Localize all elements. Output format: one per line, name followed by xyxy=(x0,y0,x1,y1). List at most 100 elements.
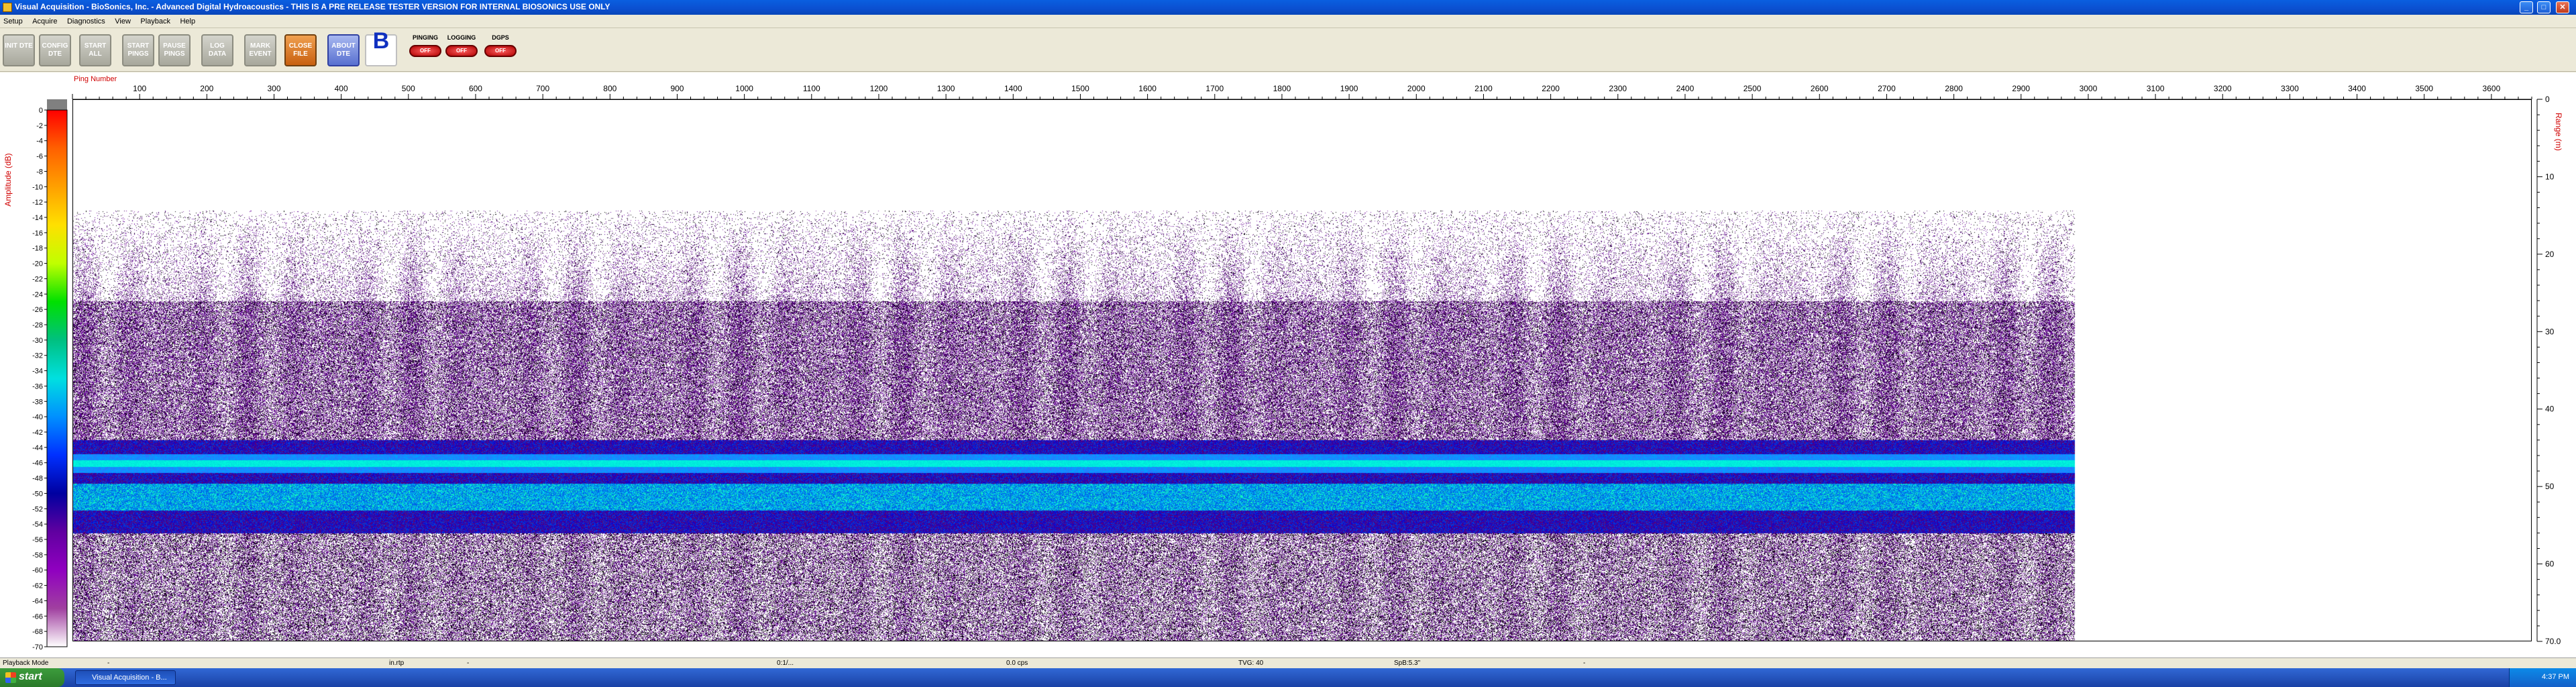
config-dte-button[interactable]: CONFIG DTE xyxy=(39,34,71,66)
colorbar-tick-label: -68 xyxy=(32,628,43,636)
app-icon xyxy=(3,3,12,12)
x-axis-ticks: 100 200 300 400 500 600 700 800 900 1000 1100 1200 1… xyxy=(72,84,2532,100)
colorbar-top-swatch xyxy=(47,99,67,110)
toolbar: INIT DTE CONFIG DTE START ALL START PING… xyxy=(0,29,2576,72)
colorbar-tick-label: -12 xyxy=(32,199,43,207)
logging-indicator: LOGGING OFF xyxy=(443,34,480,66)
colorbar-tick-label: -14 xyxy=(32,214,43,222)
status-mode: Playback Mode xyxy=(3,659,49,667)
x-tick-label: 3600 xyxy=(2483,84,2501,93)
colorbar-tick-label: -30 xyxy=(32,337,43,345)
colorbar-tick-label: -46 xyxy=(32,460,43,468)
colorbar-tick-label: -26 xyxy=(32,306,43,314)
x-tick-label: 1700 xyxy=(1205,84,1224,93)
colorbar-tick-label: -34 xyxy=(32,368,43,376)
menu-acquire[interactable]: Acquire xyxy=(29,15,60,28)
colorbar-tick-label: -10 xyxy=(32,183,43,191)
biosonics-logo-icon[interactable]: B xyxy=(365,30,397,66)
window-title: Visual Acquisition - BioSonics, Inc. - A… xyxy=(15,2,610,11)
colorbar-tick-label: -70 xyxy=(32,643,43,651)
x-tick-label: 2700 xyxy=(1878,84,1896,93)
menu-diagnostics[interactable]: Diagnostics xyxy=(64,15,109,28)
logging-label: LOGGING xyxy=(447,34,476,41)
menu-playback[interactable]: Playback xyxy=(137,15,174,28)
colorbar-tick-label: -42 xyxy=(32,429,43,437)
x-tick-label: 2300 xyxy=(1609,84,1627,93)
echogram-canvas[interactable] xyxy=(72,99,2532,641)
y-axis-ticks: 0 10 20 30 40 50 60 70.0 xyxy=(2536,95,2561,646)
colorbar xyxy=(46,109,68,647)
colorbar-tick-label: -56 xyxy=(32,536,43,544)
start-all-button[interactable]: START ALL xyxy=(79,34,111,66)
dgps-label: DGPS xyxy=(492,34,509,41)
logging-lamp-icon: OFF xyxy=(445,45,478,57)
pause-pings-button[interactable]: PAUSE PINGS xyxy=(158,34,191,66)
x-tick-label: 2900 xyxy=(2012,84,2030,93)
about-dte-button[interactable]: ABOUT DTE xyxy=(327,34,360,66)
taskbar-item-visual-acquisition[interactable]: Visual Acquisition - B... xyxy=(75,670,176,685)
colorbar-tick-label: 0 xyxy=(39,107,43,115)
pinging-lamp-icon: OFF xyxy=(409,45,441,57)
x-tick-label: 300 xyxy=(267,84,280,93)
colorbar-tick-label: -40 xyxy=(32,413,43,421)
status-tvg: TVG: 40 xyxy=(1238,659,1264,667)
status-time: 0:1/... xyxy=(777,659,794,667)
mark-event-button[interactable]: MARK EVENT xyxy=(244,34,276,66)
x-tick-label: 800 xyxy=(603,84,616,93)
menu-setup[interactable]: Setup xyxy=(0,15,26,28)
colorbar-tick-label: -66 xyxy=(32,613,43,621)
status-dash-2: - xyxy=(467,659,470,667)
close-button[interactable]: ✕ xyxy=(2556,1,2569,13)
x-tick-label: 2100 xyxy=(1474,84,1493,93)
x-tick-label: 700 xyxy=(536,84,549,93)
x-tick-label: 3300 xyxy=(2281,84,2299,93)
x-tick-label: 900 xyxy=(670,84,684,93)
colorbar-tick-label: -60 xyxy=(32,567,43,575)
title-bar: Visual Acquisition - BioSonics, Inc. - A… xyxy=(0,0,2576,15)
maximize-button[interactable]: □ xyxy=(2537,1,2551,13)
y-tick-label: 30 xyxy=(2545,327,2555,336)
x-tick-label: 3400 xyxy=(2348,84,2366,93)
colorbar-tick-label: -22 xyxy=(32,275,43,283)
x-tick-label: 3000 xyxy=(2080,84,2098,93)
x-tick-label: 2000 xyxy=(1407,84,1426,93)
x-tick-label: 1000 xyxy=(735,84,753,93)
x-tick-label: 2200 xyxy=(1542,84,1560,93)
colorbar-tick-label: -38 xyxy=(32,398,43,406)
echogram-panel: Amplitude (dB) 0 -2 -4 -6 -8 -10 -12 -14 -16 -18 -… xyxy=(0,72,2576,657)
colorbar-tick-label: -6 xyxy=(36,153,43,161)
dgps-lamp-icon: OFF xyxy=(484,45,517,57)
menu-bar: Setup Acquire Diagnostics View Playback … xyxy=(0,15,2576,28)
x-tick-label: 200 xyxy=(200,84,213,93)
pinging-label: PINGING xyxy=(412,34,438,41)
close-file-button[interactable]: CLOSE FILE xyxy=(284,34,317,66)
x-tick-label: 600 xyxy=(469,84,482,93)
menu-help[interactable]: Help xyxy=(176,15,199,28)
start-button[interactable]: start xyxy=(0,668,64,687)
x-tick-label: 1200 xyxy=(870,84,888,93)
status-dash-1: - xyxy=(107,659,110,667)
colorbar-tick-label: -58 xyxy=(32,551,43,560)
pinging-indicator: PINGING OFF xyxy=(407,34,444,66)
x-tick-label: 2600 xyxy=(1811,84,1829,93)
colorbar-tick-label: -8 xyxy=(36,168,43,176)
x-tick-label: 1800 xyxy=(1273,84,1291,93)
minimize-button[interactable]: _ xyxy=(2520,1,2533,13)
log-data-button[interactable]: LOG DATA xyxy=(201,34,233,66)
colorbar-tick-label: -4 xyxy=(36,138,43,146)
start-pings-button[interactable]: START PINGS xyxy=(122,34,154,66)
x-tick-label: 1400 xyxy=(1004,84,1022,93)
y-tick-label: 50 xyxy=(2545,482,2555,491)
colorbar-tick-label: -54 xyxy=(32,521,43,529)
colorbar-tick-label: -48 xyxy=(32,475,43,483)
colorbar-tick-label: -20 xyxy=(32,260,43,268)
init-dte-button[interactable]: INIT DTE xyxy=(3,34,35,66)
colorbar-tick-label: -44 xyxy=(32,444,43,452)
x-tick-label: 100 xyxy=(133,84,146,93)
menu-view[interactable]: View xyxy=(111,15,134,28)
x-tick-label: 2800 xyxy=(1945,84,1963,93)
x-axis-label: Ping Number xyxy=(74,75,117,83)
status-rate: 0.0 cps xyxy=(1006,659,1028,667)
y-tick-label: 0 xyxy=(2545,95,2550,104)
x-tick-label: 1100 xyxy=(803,84,820,93)
